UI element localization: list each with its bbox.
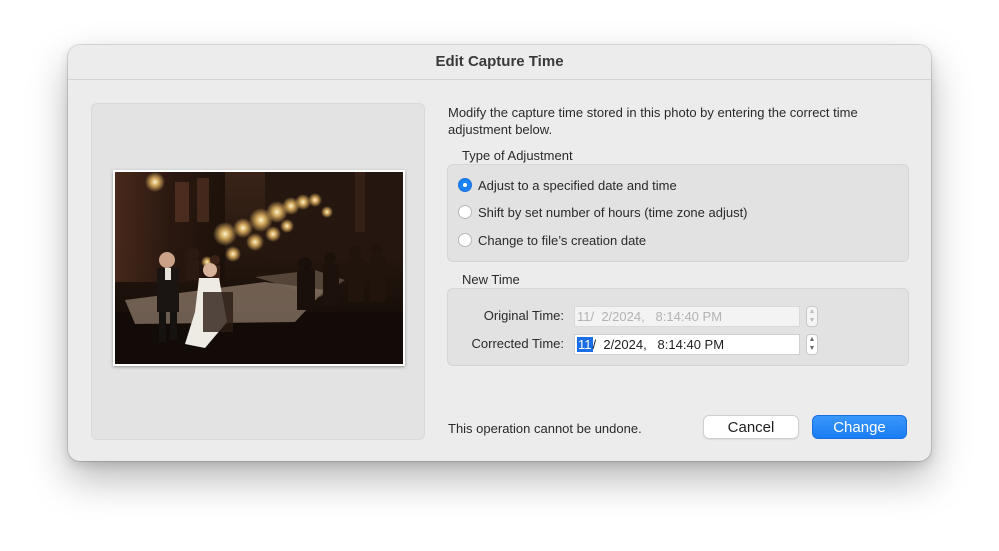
dialog-titlebar: Edit Capture Time [68, 45, 931, 80]
new-time-group: Original Time: 11/ 2/2024, 8:14:40 PM ▲ ▼… [447, 288, 909, 366]
radio-adjust-specified-label: Adjust to a specified date and time [478, 177, 677, 193]
corrected-time-field[interactable]: 11/ 2/2024, 8:14:40 PM [574, 334, 800, 355]
change-button[interactable]: Change [812, 415, 907, 439]
radio-button-icon[interactable] [458, 233, 472, 247]
corrected-time-label: Corrected Time: [471, 336, 564, 351]
radio-adjust-specified[interactable]: Adjust to a specified date and time [458, 176, 677, 194]
radio-shift-hours[interactable]: Shift by set number of hours (time zone … [458, 203, 748, 221]
adjustment-type-group: Adjust to a specified date and time Shif… [447, 164, 909, 262]
radio-button-icon[interactable] [458, 178, 472, 192]
photo-thumbnail [113, 170, 405, 366]
new-time-label: New Time [462, 272, 520, 287]
radio-shift-hours-label: Shift by set number of hours (time zone … [478, 204, 748, 220]
edit-capture-time-dialog: Edit Capture Time Modify the capture tim… [68, 45, 931, 461]
photo-preview-pane [91, 103, 425, 440]
original-time-field: 11/ 2/2024, 8:14:40 PM [574, 306, 800, 327]
adjustment-type-label: Type of Adjustment [462, 148, 573, 163]
dialog-title: Edit Capture Time [435, 53, 564, 70]
dialog-description: Modify the capture time stored in this p… [448, 105, 858, 137]
undo-warning: This operation cannot be undone. [448, 421, 642, 436]
radio-file-creation-date[interactable]: Change to file’s creation date [458, 231, 646, 249]
up-down-stepper-icon: ▲ ▼ [806, 306, 818, 327]
original-time-label: Original Time: [483, 308, 564, 323]
up-down-stepper-icon[interactable]: ▲ ▼ [806, 334, 818, 355]
corrected-month-segment[interactable]: 11 [577, 337, 593, 352]
radio-file-creation-date-label: Change to file’s creation date [478, 232, 647, 248]
radio-button-icon[interactable] [458, 205, 472, 219]
cancel-button[interactable]: Cancel [703, 415, 799, 439]
corrected-date-rest[interactable]: / 2/2024, 8:14:40 PM [593, 337, 725, 352]
